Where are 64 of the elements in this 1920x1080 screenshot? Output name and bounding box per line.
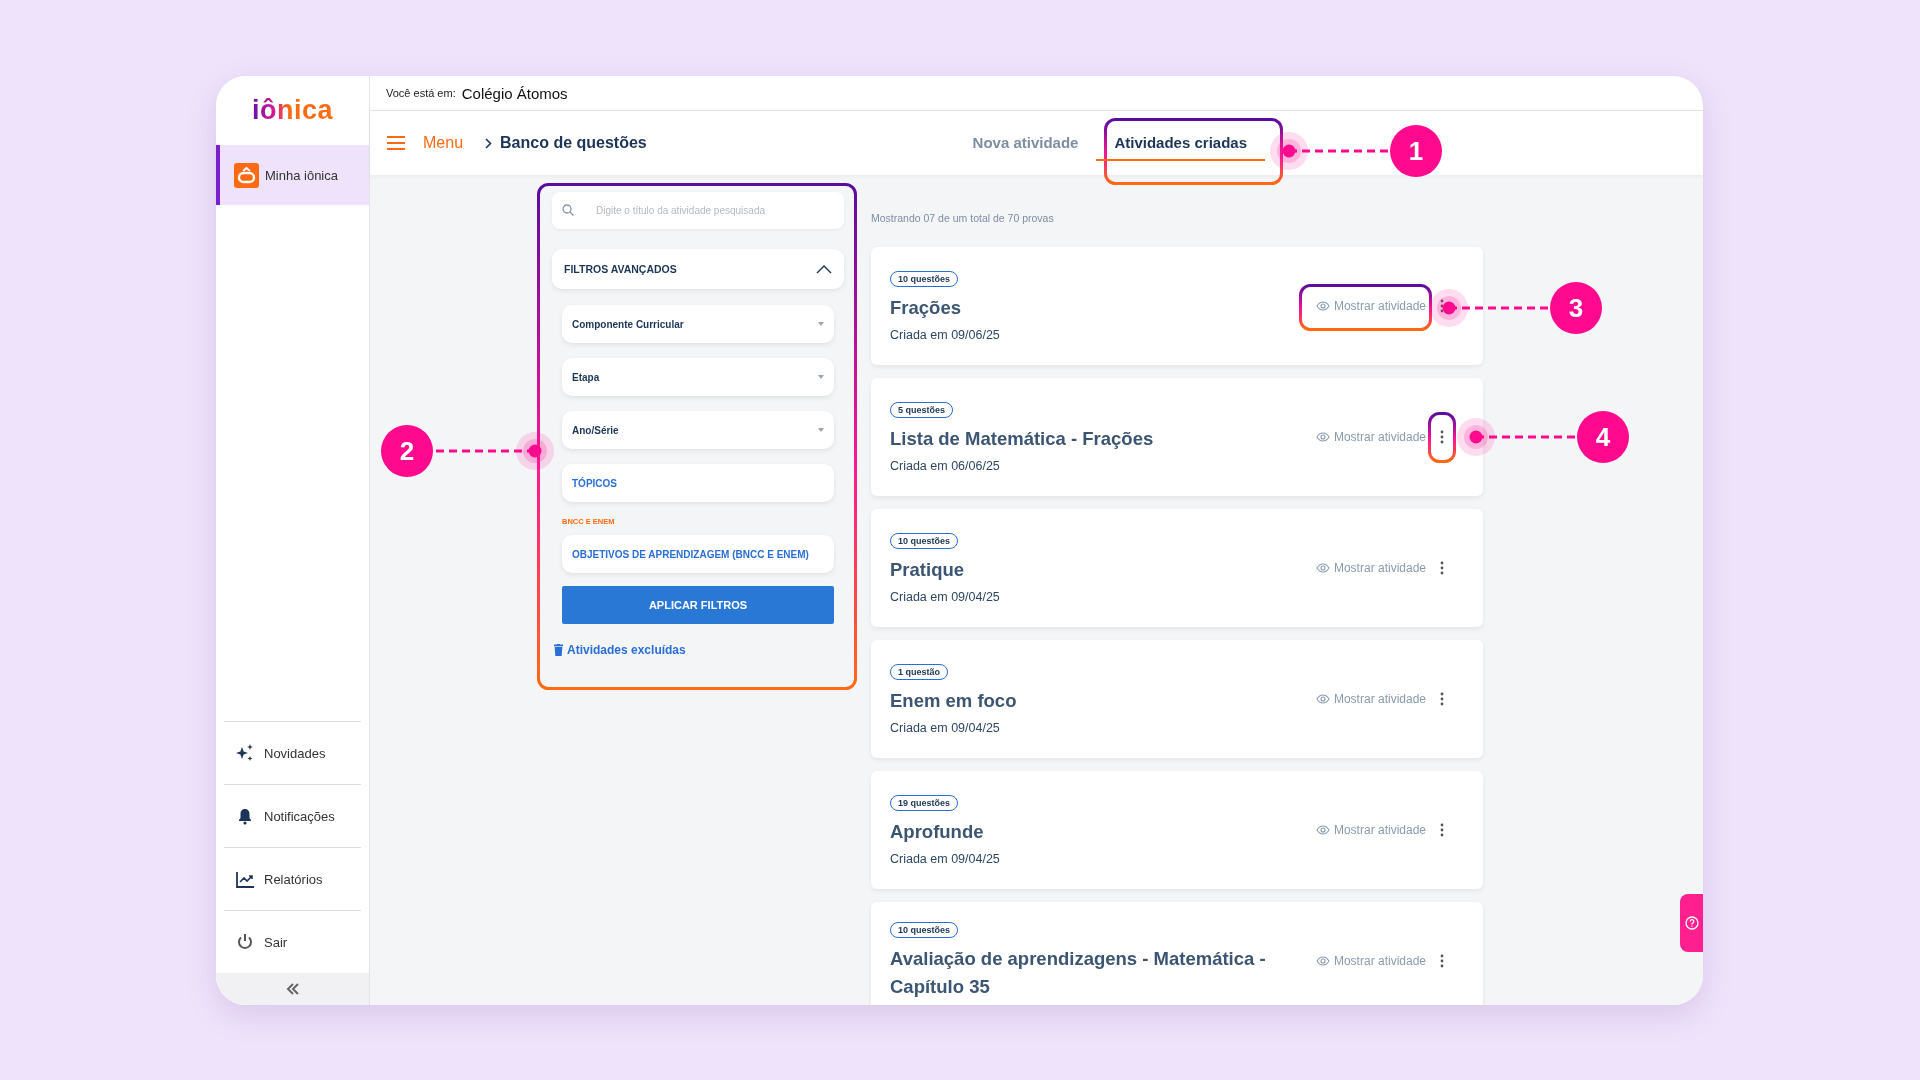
trash-icon xyxy=(554,644,563,656)
filter-field[interactable]: OBJETIVOS DE APRENDIZAGEM (BNCC E ENEM) xyxy=(562,535,834,573)
activity-title: Lista de Matemática - Frações xyxy=(890,426,1154,451)
dropdown-field[interactable]: Etapa xyxy=(562,358,834,396)
caret-down-icon xyxy=(818,428,824,432)
activity-title: Avaliação de aprendizagens - Matemática - Capítulo 35 xyxy=(890,946,1267,999)
bag-icon xyxy=(234,162,259,188)
activity-title: Enem em foco xyxy=(890,688,1017,713)
filter-section-header[interactable]: FILTROS AVANÇADOS xyxy=(552,249,844,289)
sidebar-item[interactable]: Novidades xyxy=(224,721,361,784)
help-icon xyxy=(1684,916,1699,930)
caret-down-icon xyxy=(818,375,824,379)
eye-icon xyxy=(1315,956,1330,966)
caret-down-icon xyxy=(818,322,824,326)
creation-date: Criada em 09/04/25 xyxy=(890,720,1000,735)
chevron-right-icon xyxy=(485,137,493,149)
sidebar-item[interactable]: Minha iônica xyxy=(216,145,369,205)
dropdown-field[interactable]: Componente Curricular xyxy=(562,305,834,343)
show-activity-button[interactable]: Mostrar atividade xyxy=(1315,819,1426,841)
highlight-frame xyxy=(1428,412,1456,463)
sidebar-item[interactable]: Relatórios xyxy=(224,847,361,910)
search-icon xyxy=(562,204,574,216)
power-icon xyxy=(235,932,255,952)
search-field[interactable]: Digite o título da atividade pesquisada xyxy=(552,192,844,229)
show-activity-button[interactable]: Mostrar atividade xyxy=(1315,950,1426,972)
filter-field[interactable]: TÓPICOS xyxy=(562,464,834,502)
sidebar-item[interactable]: Notificações xyxy=(224,784,361,847)
chevron-up-icon xyxy=(816,264,832,274)
kebab-menu-icon[interactable] xyxy=(1440,692,1444,706)
eye-icon xyxy=(1315,301,1330,311)
show-activity-button[interactable]: Mostrar atividade xyxy=(1315,688,1426,710)
kebab-menu-icon[interactable] xyxy=(1440,823,1444,837)
kebab-menu-icon[interactable] xyxy=(1440,299,1444,313)
eye-icon xyxy=(1315,432,1330,442)
sparkle-icon xyxy=(235,743,255,763)
school-name: Colégio Átomos xyxy=(461,84,568,102)
creation-date: Criada em 06/06/25 xyxy=(890,458,1000,473)
apply-filters-button[interactable]: APLICAR FILTROS xyxy=(562,586,834,624)
tab[interactable]: Nova atividade xyxy=(954,111,1097,175)
tab[interactable]: Atividades criadas xyxy=(1096,111,1265,161)
menu-button[interactable]: Menu xyxy=(387,134,464,152)
results-summary: Mostrando 07 de um total de 70 provas xyxy=(871,212,1055,224)
menu-icon xyxy=(387,136,405,150)
location-label: Você está em: xyxy=(386,87,456,99)
eye-icon xyxy=(1315,563,1330,573)
eye-icon xyxy=(1315,825,1330,835)
activity-title: Aprofunde xyxy=(890,819,984,844)
double-chevron-left-icon xyxy=(285,983,300,995)
help-button[interactable] xyxy=(1680,894,1703,952)
line-chart-icon xyxy=(235,869,255,889)
activity-title: Frações xyxy=(890,295,961,320)
show-activity-button[interactable]: Mostrar atividade xyxy=(1315,557,1426,579)
eye-icon xyxy=(1315,694,1330,704)
creation-date: Criada em 09/04/25 xyxy=(890,851,1000,866)
dropdown-field[interactable]: Ano/Série xyxy=(562,411,834,449)
activity-title: Pratique xyxy=(890,557,965,582)
kebab-menu-icon[interactable] xyxy=(1440,954,1444,968)
kebab-menu-icon[interactable] xyxy=(1440,430,1444,444)
creation-date: Criada em 09/04/25 xyxy=(890,589,1000,604)
kebab-menu-icon[interactable] xyxy=(1440,561,1444,575)
breadcrumb: Banco de questões xyxy=(500,134,647,152)
show-activity-button[interactable]: Mostrar atividade xyxy=(1315,426,1426,448)
creation-date: Criada em 09/06/25 xyxy=(890,327,1000,342)
deleted-activities-link[interactable]: Atividades excluídas xyxy=(554,643,686,657)
